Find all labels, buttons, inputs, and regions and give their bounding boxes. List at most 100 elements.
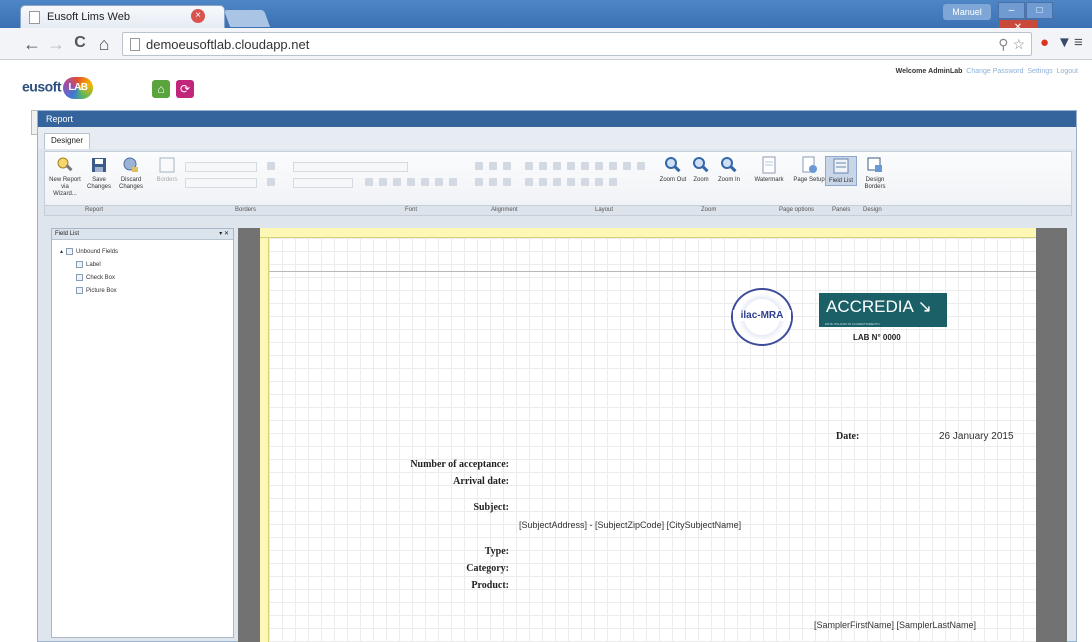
font-family-select[interactable] [185, 162, 257, 172]
minimize-button[interactable]: – [998, 2, 1025, 19]
watermark-button[interactable]: Watermark [749, 156, 789, 184]
type-label[interactable]: Type: [369, 546, 509, 557]
vert-spacing-icon[interactable] [581, 162, 589, 170]
eusoft-logo[interactable]: eusoft LAB [22, 77, 93, 99]
field-list-button[interactable]: Field List [825, 156, 857, 186]
zoom-in-button[interactable]: Zoom In [713, 156, 745, 184]
page-setup-button[interactable]: Page Setup [793, 156, 825, 184]
menu-icon[interactable]: ≡ [1074, 34, 1083, 51]
sampler-name-field[interactable]: [SamplerFirstName] [SamplerLastName] [814, 620, 976, 630]
change-password-link[interactable]: Change Password [966, 68, 1023, 75]
select-icon[interactable] [267, 178, 275, 186]
align-center-icon[interactable] [421, 178, 429, 186]
align-top-icon[interactable] [475, 162, 483, 170]
settings-link[interactable]: Settings [1027, 68, 1052, 75]
url-input[interactable]: demoeusoftlab.cloudapp.net ⚲ ☆ [122, 32, 1032, 56]
save-changes-button[interactable]: Save Changes [83, 156, 115, 191]
align-grid-icon[interactable] [581, 178, 589, 186]
home-button[interactable]: ⌂ [94, 34, 114, 55]
band-separator [269, 271, 1036, 272]
horiz-spacing-icon[interactable] [567, 162, 575, 170]
ilac-mra-logo[interactable]: ilac-MRA [731, 288, 793, 346]
new-report-wizard-button[interactable]: New Report via Wizard... [49, 156, 81, 198]
star-icon[interactable]: ⚲ ☆ [998, 36, 1025, 53]
style-select[interactable] [293, 162, 408, 172]
pocket-icon[interactable]: ▼ [1057, 34, 1072, 51]
send-back-icon[interactable] [637, 162, 645, 170]
increase-spacing-icon[interactable] [525, 178, 533, 186]
picture-icon [76, 287, 83, 294]
bold-icon[interactable] [365, 178, 373, 186]
font-size-select[interactable] [185, 178, 257, 188]
align-middle-icon[interactable] [489, 162, 497, 170]
design-borders-button[interactable]: Design Borders [859, 156, 891, 191]
same-height-icon[interactable] [539, 162, 547, 170]
back-button[interactable]: ← [22, 34, 42, 55]
logout-link[interactable]: Logout [1057, 68, 1078, 75]
date-label[interactable]: Date: [836, 431, 859, 442]
page-icon [130, 38, 140, 51]
maximize-button[interactable]: □ [1026, 2, 1053, 19]
category-label[interactable]: Category: [369, 563, 509, 574]
tree-item-picture-box[interactable]: Picture Box [76, 287, 117, 294]
lab-number[interactable]: LAB N° 0000 [853, 333, 901, 342]
forward-button[interactable]: → [46, 34, 66, 55]
tree-item-label[interactable]: Label [76, 261, 101, 268]
reload-button[interactable]: C [70, 34, 90, 52]
product-label[interactable]: Product: [369, 580, 509, 591]
same-width-icon[interactable] [525, 162, 533, 170]
pin-close-icon[interactable]: ▾ ✕ [219, 229, 229, 239]
opera-icon[interactable]: ● [1040, 34, 1049, 51]
date-value[interactable]: 26 January 2015 [939, 431, 1014, 442]
logo-text: eusoft [22, 78, 62, 95]
pencil-icon[interactable] [267, 162, 275, 170]
bring-front-icon[interactable] [623, 162, 631, 170]
center-vert-icon[interactable] [609, 162, 617, 170]
app-header: eusoft LAB ⌂ ⟳ Welcome AdminLab Change Pa… [0, 60, 1092, 108]
home-icon[interactable]: ⌂ [152, 80, 170, 98]
align-right-icon[interactable] [435, 178, 443, 186]
acceptance-label[interactable]: Number of acceptance: [369, 459, 509, 470]
refresh-icon[interactable]: ⟳ [176, 80, 194, 98]
zoom-in-label: Zoom In [717, 177, 740, 183]
checkbox-icon [76, 274, 83, 281]
lock-icon[interactable] [609, 178, 617, 186]
close-tab-icon[interactable]: × [191, 9, 205, 23]
underline-icon[interactable] [393, 178, 401, 186]
center-horiz-icon[interactable] [595, 162, 603, 170]
subject-address-field[interactable]: [SubjectAddress] - [SubjectZipCode] [Cit… [519, 520, 741, 530]
align-left-icon[interactable] [407, 178, 415, 186]
tree-item-check-box[interactable]: Check Box [76, 274, 115, 281]
user-badge[interactable]: Manuel [943, 4, 991, 20]
accredia-logo[interactable]: ACCREDIA ↘ ENTE ITALIANO DI ACCREDITAMEN… [819, 293, 947, 327]
foreground-select[interactable] [293, 178, 353, 188]
arrival-date-label[interactable]: Arrival date: [369, 476, 509, 487]
tab-designer[interactable]: Designer [44, 133, 91, 149]
size-to-grid-icon[interactable] [595, 178, 603, 186]
design-borders-label: Design Borders [864, 177, 886, 190]
snap-grid-icon[interactable] [475, 178, 483, 186]
field-list-title: Field List [55, 231, 80, 237]
expand-icon[interactable]: ▴ [60, 248, 63, 255]
report-page[interactable]: ilac-MRA ACCREDIA ↘ ENTE ITALIANO DI ACC… [269, 238, 1036, 642]
page-setup-label: Page Setup [793, 177, 825, 183]
size-grid-icon[interactable] [503, 178, 511, 186]
remove-spacing-icon[interactable] [553, 178, 561, 186]
tree-root[interactable]: ▴ Unbound Fields [60, 248, 118, 255]
group-page-options: Page options [779, 207, 815, 213]
design-surface[interactable]: ilac-MRA ACCREDIA ↘ ENTE ITALIANO DI ACC… [238, 228, 1067, 642]
equal-spacing-icon[interactable] [567, 178, 575, 186]
justify-icon[interactable] [449, 178, 457, 186]
discard-changes-button[interactable]: Discard Changes [115, 156, 147, 191]
snap-lines-icon[interactable] [489, 178, 497, 186]
subject-label[interactable]: Subject: [369, 502, 509, 513]
borders-label: Borders [156, 177, 178, 183]
decrease-spacing-icon[interactable] [539, 178, 547, 186]
borders-button[interactable]: Borders [151, 156, 183, 184]
italic-icon[interactable] [379, 178, 387, 186]
browser-tab[interactable]: Eusoft Lims Web × [20, 5, 225, 28]
page-icon [29, 11, 40, 24]
align-bottom-icon[interactable] [503, 162, 511, 170]
new-tab-button[interactable] [223, 10, 271, 27]
same-size-icon[interactable] [553, 162, 561, 170]
